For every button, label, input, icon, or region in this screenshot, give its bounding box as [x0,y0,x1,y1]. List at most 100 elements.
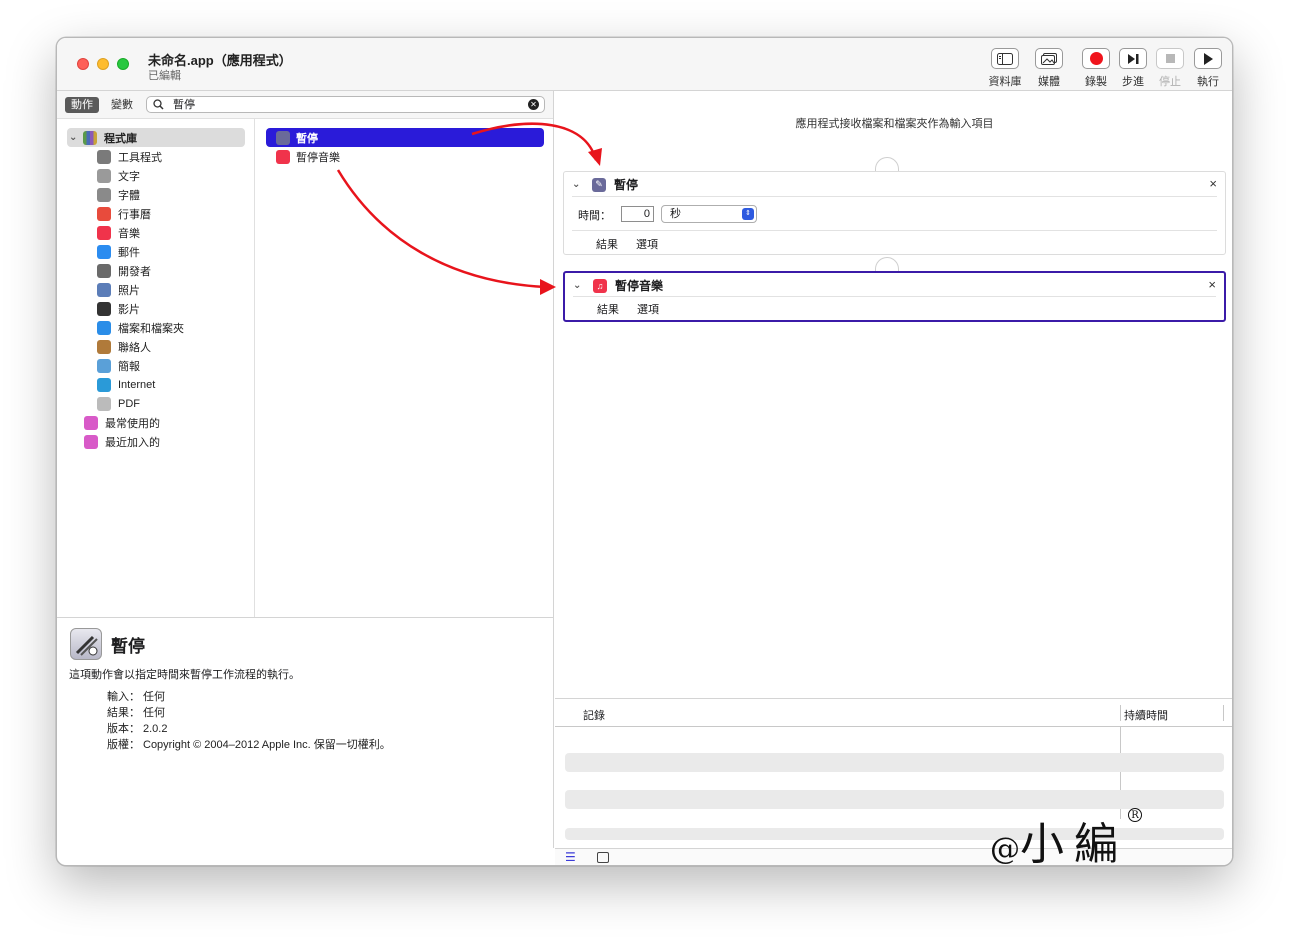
library-item-label: 影片 [118,303,140,316]
divider [573,296,1216,297]
input-label: 輸入： [107,691,140,703]
media-button[interactable]: 媒體 [1029,48,1069,89]
library-item[interactable]: 聯絡人 [97,337,151,356]
library-item-label: 工具程式 [118,151,162,164]
log-header: 記錄 持續時間 [555,699,1232,727]
media-button-label: 媒體 [1038,76,1060,88]
library-item[interactable]: 文字 [97,166,140,185]
photos-icon [1035,48,1063,69]
tab-results[interactable]: 結果 [597,301,619,317]
library-item[interactable]: PDF [97,394,140,413]
library-button[interactable]: 資料庫 [985,48,1025,89]
library-item[interactable]: 郵件 [97,242,140,261]
title-bar: 未命名.app（應用程式） 已編輯 資料庫 媒體 錄製 步進 停止 執行 [57,38,1232,91]
smart-folder-item[interactable]: 最常使用的 [84,413,160,432]
tab-actions[interactable]: 動作 [65,97,99,113]
description-input: 輸入： 任何 [107,688,165,704]
time-input[interactable]: 0 [621,206,654,222]
library-item-label: 文字 [118,170,140,183]
music-icon [276,149,290,164]
text-icon [97,168,111,183]
tab-options[interactable]: 選項 [637,301,659,317]
smart-folder-icon [84,434,98,449]
close-icon[interactable]: × [1209,176,1217,191]
pause-action-card[interactable]: ⌄ ✎ 暫停 × 時間： 0 秒 ⇕ 結果 選項 [563,171,1226,255]
library-item[interactable]: 檔案和檔案夾 [97,318,184,337]
library-item[interactable]: 工具程式 [97,147,162,166]
description-version: 版本： 2.0.2 [107,720,167,736]
workflow-input-hint: 應用程式接收檔案和檔案夾作為輸入項目 [795,118,994,130]
pause-card-tabs: 結果 選項 [596,236,658,252]
search-input[interactable]: 暫停 [173,98,195,112]
library-item[interactable]: 簡報 [97,356,140,375]
library-item-label: 照片 [118,284,140,297]
search-field[interactable]: 暫停 ✕ [146,96,545,113]
action-description: 暫停 這項動作會以指定時間來暫停工作流程的執行。 輸入： 任何 結果： 任何 版本：… [57,617,554,848]
clear-search-icon[interactable]: ✕ [528,99,539,110]
smart-folder-item[interactable]: 最近加入的 [84,432,160,451]
run-button[interactable]: 執行 [1188,48,1228,89]
pause-action-icon [276,130,290,145]
stop-button[interactable]: 停止 [1150,48,1190,89]
action-item[interactable]: 暫停音樂 [266,147,544,166]
action-item[interactable]: 暫停 [266,128,544,147]
watermark-logo: @小編 R [990,808,1142,872]
result-label: 結果： [107,707,140,719]
description-result: 結果： 任何 [107,704,165,720]
tools-icon [97,149,111,164]
log-column-header[interactable]: 記錄 [583,707,605,723]
library-item[interactable]: 行事曆 [97,204,151,223]
movies-icon [97,301,111,316]
close-icon[interactable]: × [1208,277,1216,292]
tab-variables[interactable]: 變數 [111,97,133,113]
chevron-down-icon[interactable]: ⌄ [69,132,81,143]
sidebar-icon [991,48,1019,69]
library-item-label: 檔案和檔案夾 [118,322,184,335]
automator-window: 未命名.app（應用程式） 已編輯 資料庫 媒體 錄製 步進 停止 執行 動作 … [56,37,1233,866]
tab-options[interactable]: 選項 [636,236,658,252]
list-view-icon[interactable]: ☰ [565,850,576,864]
smart-folder-label: 最常使用的 [105,417,160,430]
split-view-icon[interactable] [597,852,609,863]
library-item[interactable]: Internet [97,375,155,394]
record-button[interactable]: 錄製 [1076,48,1116,89]
workflow-pane: 應用程式接收檔案和檔案夾作為輸入項目 ⌄ ✎ 暫停 × 時間： 0 秒 ⇕ 結果… [555,91,1232,865]
pdf-icon [97,396,111,411]
zoom-window-button[interactable] [117,58,129,70]
description-title: 暫停 [111,637,145,656]
music-icon [97,225,111,240]
log-panel: 記錄 持續時間 [555,698,1232,848]
library-button-label: 資料庫 [988,76,1022,88]
divider [572,230,1217,231]
tab-results[interactable]: 結果 [596,236,618,252]
library-item[interactable]: 照片 [97,280,140,299]
library-item-label: 簡報 [118,360,140,373]
close-window-button[interactable] [77,58,89,70]
play-icon [1194,48,1222,69]
contacts-icon [97,339,111,354]
library-item[interactable]: 影片 [97,299,140,318]
pause-card-header: ⌄ ✎ 暫停 [572,176,638,193]
library-item-label: PDF [118,397,140,410]
finder-icon [97,320,111,335]
unit-select[interactable]: 秒 ⇕ [661,205,757,223]
step-button[interactable]: 步進 [1113,48,1153,89]
chevron-down-icon[interactable]: ⌄ [572,179,584,190]
pause-music-action-card[interactable]: ⌄ ♫ 暫停音樂 × 結果 選項 [563,271,1226,322]
connector-top [875,157,899,171]
record-button-label: 錄製 [1085,76,1107,88]
duration-column-header[interactable]: 持續時間 [1124,707,1168,723]
library-item[interactable]: 開發者 [97,261,151,280]
minimize-window-button[interactable] [97,58,109,70]
window-subtitle: 已編輯 [148,70,181,82]
library-item[interactable]: 字體 [97,185,140,204]
library-root[interactable]: ⌄ 程式庫 [67,128,245,147]
library-item[interactable]: 音樂 [97,223,140,242]
connector-middle [875,257,899,271]
calendar-icon [97,206,111,221]
action-item-label: 暫停 [296,132,318,145]
watermark-text: 小編 [1020,819,1128,870]
record-icon [1082,48,1110,69]
chevron-down-icon[interactable]: ⌄ [573,280,585,291]
library-item-label: 音樂 [118,227,140,240]
